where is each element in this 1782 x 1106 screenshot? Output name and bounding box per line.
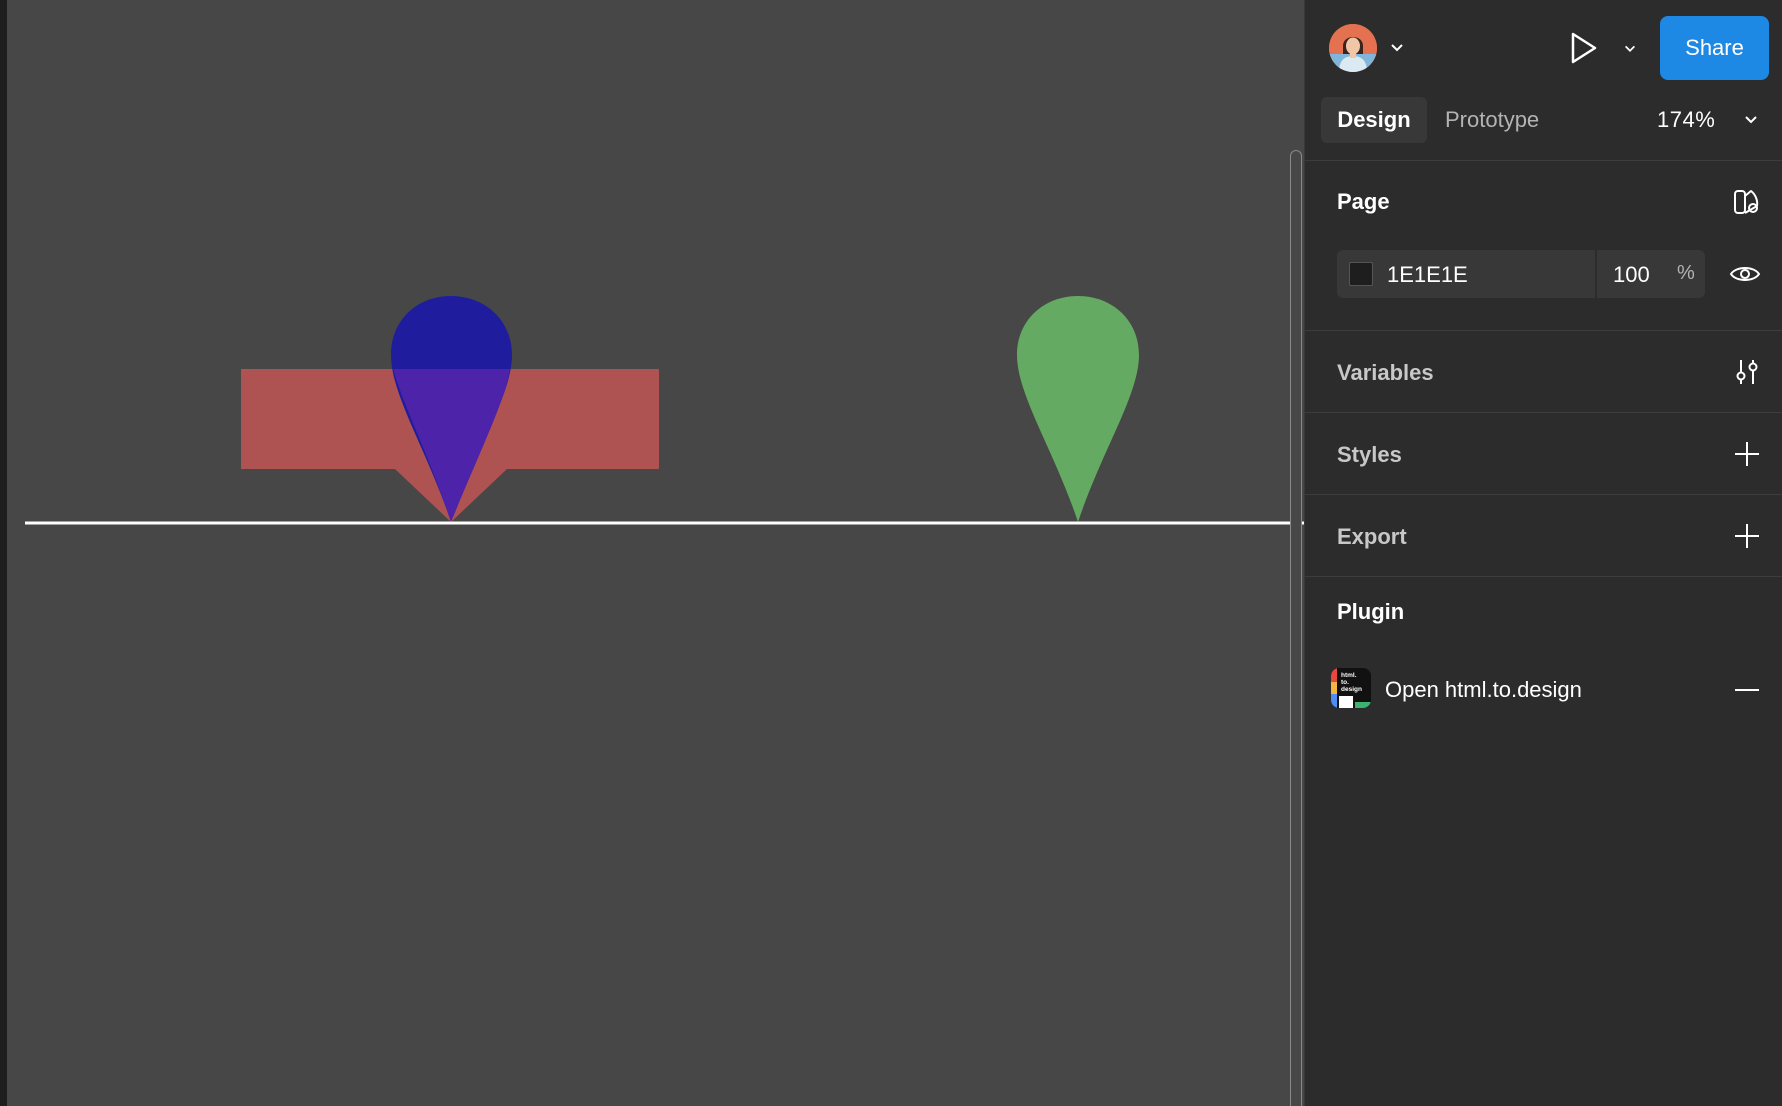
export-section-title: Export (1337, 524, 1407, 549)
page-color-hex[interactable]: 1E1E1E (1387, 262, 1468, 288)
user-avatar[interactable] (1329, 24, 1377, 72)
page-section-title: Page (1337, 189, 1390, 214)
page-opacity-value[interactable]: 100 (1613, 262, 1650, 288)
avatar-chevron-down-icon[interactable] (1389, 40, 1405, 56)
divider (1305, 576, 1782, 577)
properties-panel: Share Design Prototype 174% Page 1E1E1E … (1304, 0, 1782, 1106)
canvas-scrollbar[interactable] (1290, 150, 1302, 1106)
svg-text:to.: to. (1341, 679, 1349, 686)
tab-prototype[interactable]: Prototype (1445, 97, 1539, 143)
page-color-field[interactable]: 1E1E1E 100 % (1337, 250, 1705, 298)
add-export-plus-icon[interactable] (1731, 520, 1763, 552)
svg-text:design: design (1341, 686, 1362, 693)
zoom-level[interactable]: 174% (1657, 97, 1715, 143)
tab-design[interactable]: Design (1321, 97, 1427, 143)
play-icon[interactable] (1567, 28, 1599, 68)
html-to-design-plugin-icon[interactable]: html. to. design (1331, 668, 1371, 708)
add-style-plus-icon[interactable] (1731, 438, 1763, 470)
divider (1305, 160, 1782, 161)
share-button[interactable]: Share (1660, 16, 1769, 80)
design-canvas[interactable] (0, 0, 1304, 1106)
page-color-swatch[interactable] (1349, 262, 1373, 286)
zoom-chevron-down-icon[interactable] (1743, 112, 1759, 128)
remove-plugin-minus-icon[interactable] (1731, 674, 1763, 706)
open-plugin-link[interactable]: Open html.to.design (1385, 677, 1582, 703)
field-separator (1595, 250, 1597, 298)
divider (1305, 330, 1782, 331)
svg-text:html.: html. (1341, 672, 1357, 679)
play-chevron-down-icon[interactable] (1623, 42, 1637, 56)
eye-icon[interactable] (1729, 258, 1761, 290)
variables-section-title[interactable]: Variables (1337, 360, 1434, 386)
canvas-artwork (25, 296, 1304, 525)
divider (1305, 494, 1782, 495)
page-opacity-unit: % (1677, 262, 1695, 284)
divider (1305, 412, 1782, 413)
styles-section-title: Styles (1337, 442, 1402, 467)
green-pin-shape[interactable] (1017, 296, 1139, 522)
library-icon[interactable] (1731, 186, 1763, 218)
sliders-icon[interactable] (1731, 356, 1763, 388)
plugin-section-title: Plugin (1337, 599, 1405, 624)
